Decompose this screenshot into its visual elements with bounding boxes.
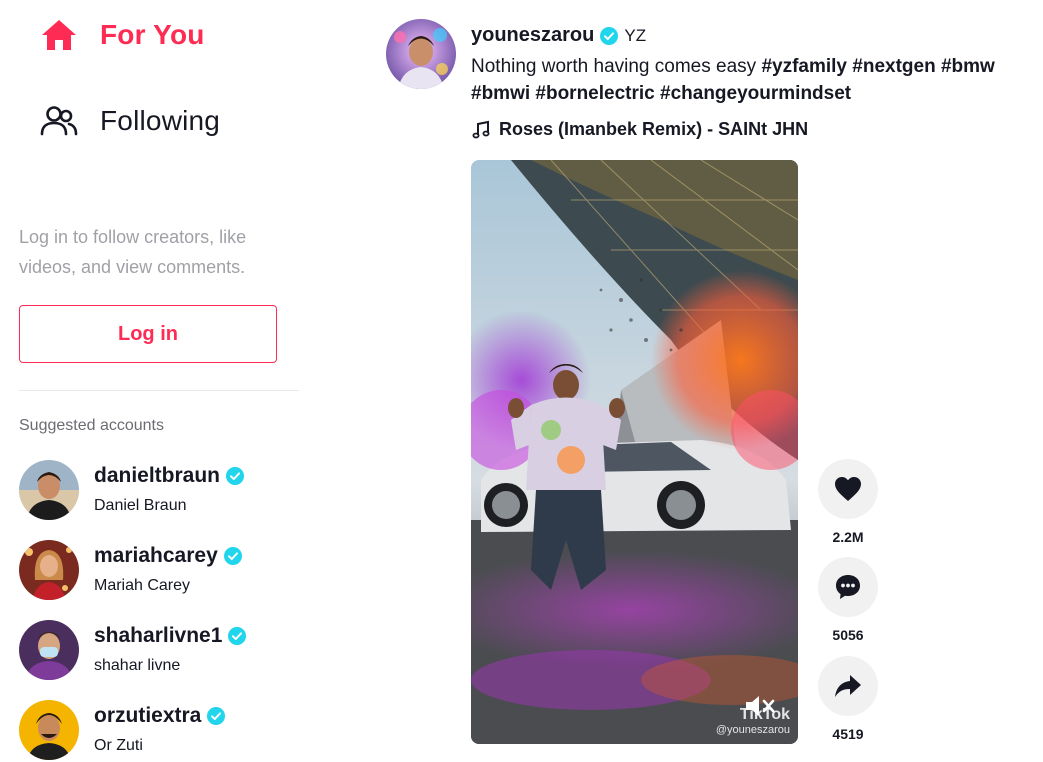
- verified-badge-icon: [223, 547, 242, 565]
- hashtag-link[interactable]: #nextgen: [852, 56, 935, 77]
- following-users-icon: [40, 106, 78, 136]
- hashtag-link[interactable]: #bmw: [941, 56, 995, 77]
- watermark-logo: TikTok: [739, 706, 790, 723]
- sidebar-divider: [19, 390, 299, 391]
- suggested-account[interactable]: orzutiextra Or Zuti: [19, 700, 299, 762]
- avatar: [19, 700, 79, 760]
- share-action: 4519: [818, 656, 878, 742]
- like-button[interactable]: [818, 459, 878, 519]
- video-watermark: TikTok @youneszarou: [716, 706, 790, 736]
- hashtag-link[interactable]: #changeyourmindset: [660, 83, 851, 104]
- comment-count: 5056: [832, 627, 864, 643]
- account-handle: shaharlivne1: [94, 624, 223, 647]
- share-icon: [835, 675, 861, 697]
- avatar: [19, 620, 79, 680]
- verified-badge-icon: [207, 707, 226, 725]
- music-title: Roses (Imanbek Remix) - SAINt JHN: [499, 119, 809, 139]
- nav-following[interactable]: Following: [40, 104, 220, 138]
- verified-badge-icon: [226, 467, 245, 485]
- comment-button[interactable]: [818, 557, 878, 617]
- hashtag-link[interactable]: #yzfamily: [761, 56, 847, 77]
- account-display-name: Mariah Carey: [94, 577, 191, 594]
- account-handle: mariahcarey: [94, 544, 218, 567]
- music-note-icon: [472, 120, 490, 138]
- share-count: 4519: [832, 726, 864, 742]
- comment-icon: [836, 575, 860, 599]
- verified-badge-icon: [228, 627, 247, 645]
- post-author-avatar[interactable]: [386, 19, 456, 89]
- post-author-handle[interactable]: youneszarou: [471, 24, 594, 47]
- nav-for-you[interactable]: For You: [40, 18, 205, 52]
- post-author-nickname: YZ: [624, 25, 647, 45]
- caption-text: Nothing worth having comes easy: [471, 56, 757, 77]
- suggested-accounts-title: Suggested accounts: [19, 417, 164, 434]
- nav-for-you-label: For You: [100, 19, 205, 50]
- like-action: 2.2M: [818, 459, 878, 545]
- avatar: [19, 540, 79, 600]
- suggested-account[interactable]: mariahcarey Mariah Carey: [19, 540, 299, 602]
- verified-badge-icon: [600, 26, 619, 45]
- account-display-name: Or Zuti: [94, 737, 143, 754]
- nav-following-label: Following: [100, 105, 221, 136]
- hashtag-link[interactable]: #bornelectric: [535, 83, 654, 104]
- suggested-account[interactable]: danieltbraun Daniel Braun: [19, 460, 299, 522]
- account-display-name: Daniel Braun: [94, 497, 187, 514]
- avatar: [19, 460, 79, 520]
- heart-icon: [835, 477, 861, 501]
- comment-action: 5056: [818, 557, 878, 643]
- post-header: youneszarou YZ Nothing worth having come…: [471, 24, 1031, 140]
- account-handle: orzutiextra: [94, 704, 202, 727]
- sidebar: For You Following Log in to follow creat…: [0, 0, 300, 761]
- post-caption: Nothing worth having comes easy #yzfamil…: [471, 53, 1031, 107]
- video-player[interactable]: TikTok @youneszarou: [471, 160, 798, 744]
- account-handle: danieltbraun: [94, 464, 221, 487]
- like-count: 2.2M: [832, 529, 864, 545]
- login-hint: Log in to follow creators, like videos, …: [19, 227, 247, 277]
- account-display-name: shahar livne: [94, 657, 181, 674]
- login-button[interactable]: Log in: [19, 305, 277, 363]
- hashtag-link[interactable]: #bmwi: [471, 83, 530, 104]
- share-button[interactable]: [818, 656, 878, 716]
- suggested-account[interactable]: shaharlivne1 shahar livne: [19, 620, 299, 682]
- music-link[interactable]: Roses (Imanbek Remix) - SAINt JHN: [471, 119, 1031, 140]
- video-frame: [471, 160, 798, 744]
- watermark-user: @youneszarou: [715, 724, 790, 736]
- home-icon: [42, 20, 76, 50]
